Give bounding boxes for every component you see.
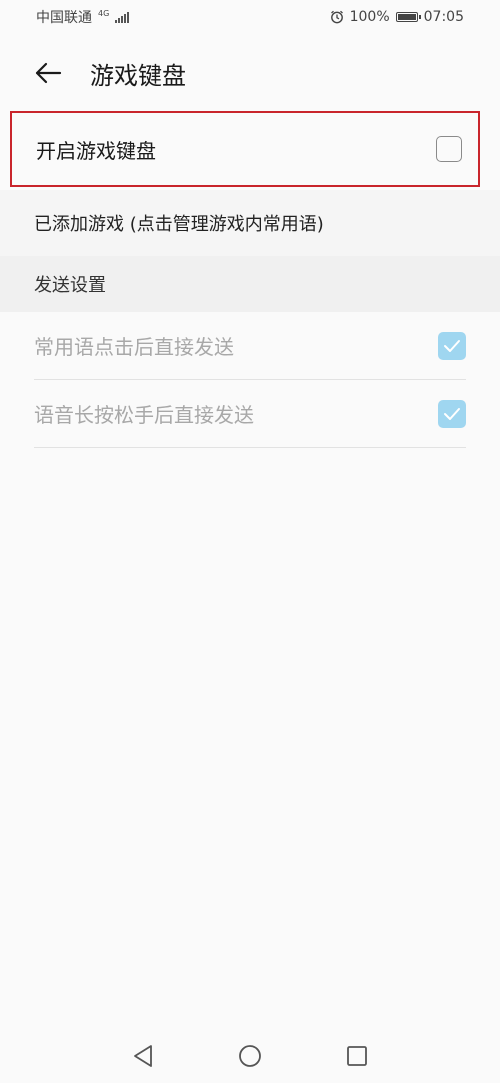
circle-home-icon <box>239 1044 261 1067</box>
network-type: 4G <box>98 9 110 18</box>
added-games-label: 已添加游戏 (点击管理游戏内常用语) <box>34 214 324 235</box>
alarm-icon <box>330 10 343 24</box>
send-settings-list: 常用语点击后直接发送 语音长按松手后直接发送 <box>0 312 500 448</box>
clock: 07:05 <box>423 9 464 25</box>
triangle-back-icon <box>134 1044 153 1067</box>
phrase-send-checkbox[interactable] <box>438 331 466 360</box>
check-icon <box>444 339 460 352</box>
page-title: 游戏键盘 <box>90 61 186 90</box>
enable-game-keyboard-checkbox[interactable] <box>436 136 462 162</box>
send-settings-header: 发送设置 <box>0 256 500 312</box>
battery-icon <box>395 12 421 22</box>
nav-recents-button[interactable] <box>337 1036 377 1076</box>
battery-fill <box>397 14 416 20</box>
status-left: 中国联通 4G <box>36 7 130 27</box>
system-nav-bar <box>0 1028 500 1083</box>
back-arrow-icon <box>35 62 62 84</box>
added-games-row[interactable]: 已添加游戏 (点击管理游戏内常用语) <box>0 190 500 256</box>
list-item-voice-send[interactable]: 语音长按松手后直接发送 <box>34 380 466 448</box>
nav-home-button[interactable] <box>230 1036 270 1076</box>
list-item-phrase-send[interactable]: 常用语点击后直接发送 <box>34 312 466 380</box>
back-button[interactable] <box>28 53 68 93</box>
enable-game-keyboard-label: 开启游戏键盘 <box>36 138 156 163</box>
status-bar: 中国联通 4G 100% 07:05 <box>0 0 500 34</box>
battery-percent: 100% <box>349 9 390 25</box>
square-recents-icon <box>346 1045 367 1066</box>
check-icon <box>444 407 460 420</box>
list-item-label: 语音长按松手后直接发送 <box>34 403 254 427</box>
status-right: 100% 07:05 <box>330 9 464 25</box>
carrier-name: 中国联通 <box>36 10 92 26</box>
enable-game-keyboard-row[interactable]: 开启游戏键盘 <box>10 111 480 187</box>
voice-send-checkbox[interactable] <box>438 399 466 428</box>
signal-icon <box>115 11 130 23</box>
title-bar: 游戏键盘 <box>0 40 500 106</box>
list-item-label: 常用语点击后直接发送 <box>34 335 234 359</box>
nav-back-button[interactable] <box>123 1036 163 1076</box>
